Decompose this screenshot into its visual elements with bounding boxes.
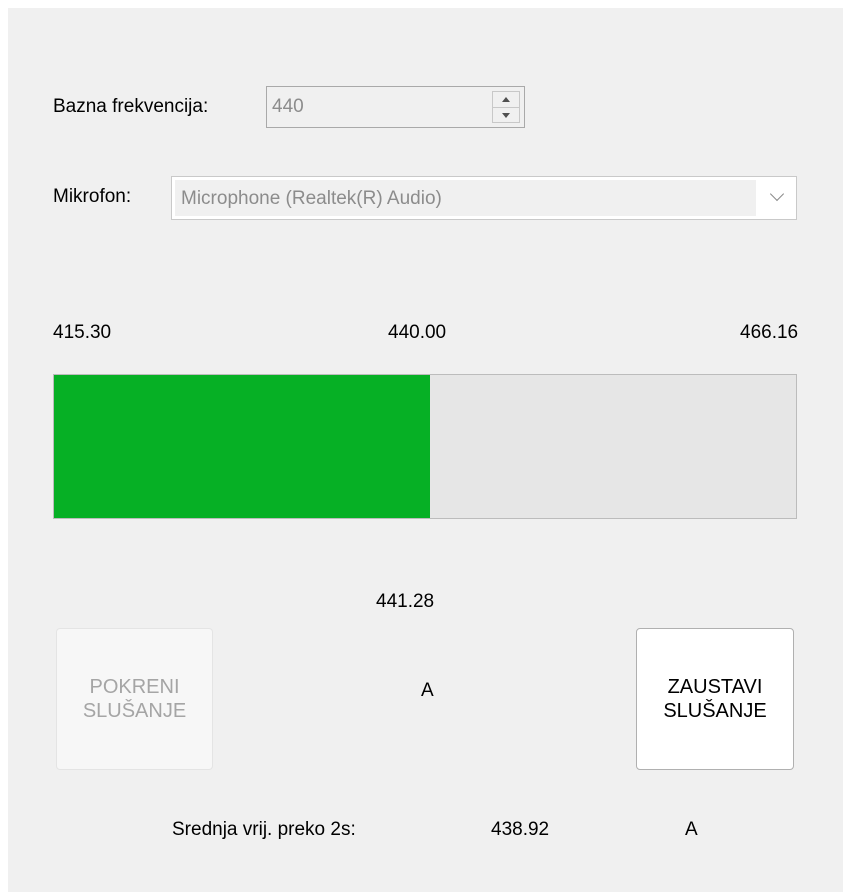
microphone-selected-value: Microphone (Realtek(R) Audio): [181, 188, 442, 209]
arrow-down-icon: [502, 113, 510, 118]
microphone-select-field: Microphone (Realtek(R) Audio): [175, 180, 756, 216]
chevron-down-icon[interactable]: [769, 186, 785, 202]
base-frequency-stepper[interactable]: 440: [266, 86, 525, 128]
scale-center-label: 440.00: [388, 322, 447, 343]
stop-listening-button[interactable]: ZAUSTAVI SLUŠANJE: [636, 628, 794, 770]
current-note: A: [421, 680, 434, 701]
start-listening-button[interactable]: POKRENI SLUŠANJE: [56, 628, 213, 770]
base-frequency-value: 440: [272, 96, 304, 117]
average-note: A: [685, 819, 698, 840]
spin-down-button[interactable]: [493, 107, 519, 123]
base-frequency-label: Bazna frekvencija:: [53, 96, 209, 117]
current-frequency: 441.28: [376, 591, 435, 612]
tuning-progress-fill: [54, 375, 431, 518]
spin-buttons: [492, 91, 520, 123]
scale-max-label: 466.16: [740, 322, 799, 343]
microphone-label: Mikrofon:: [53, 186, 132, 207]
spin-up-button[interactable]: [493, 92, 519, 107]
arrow-up-icon: [502, 97, 510, 102]
microphone-select[interactable]: Microphone (Realtek(R) Audio): [171, 176, 797, 220]
tuning-progress-bar: [53, 374, 797, 519]
scale-min-label: 415.30: [53, 322, 112, 343]
average-frequency: 438.92: [491, 819, 550, 840]
average-label: Srednja vrij. preko 2s:: [172, 819, 356, 840]
